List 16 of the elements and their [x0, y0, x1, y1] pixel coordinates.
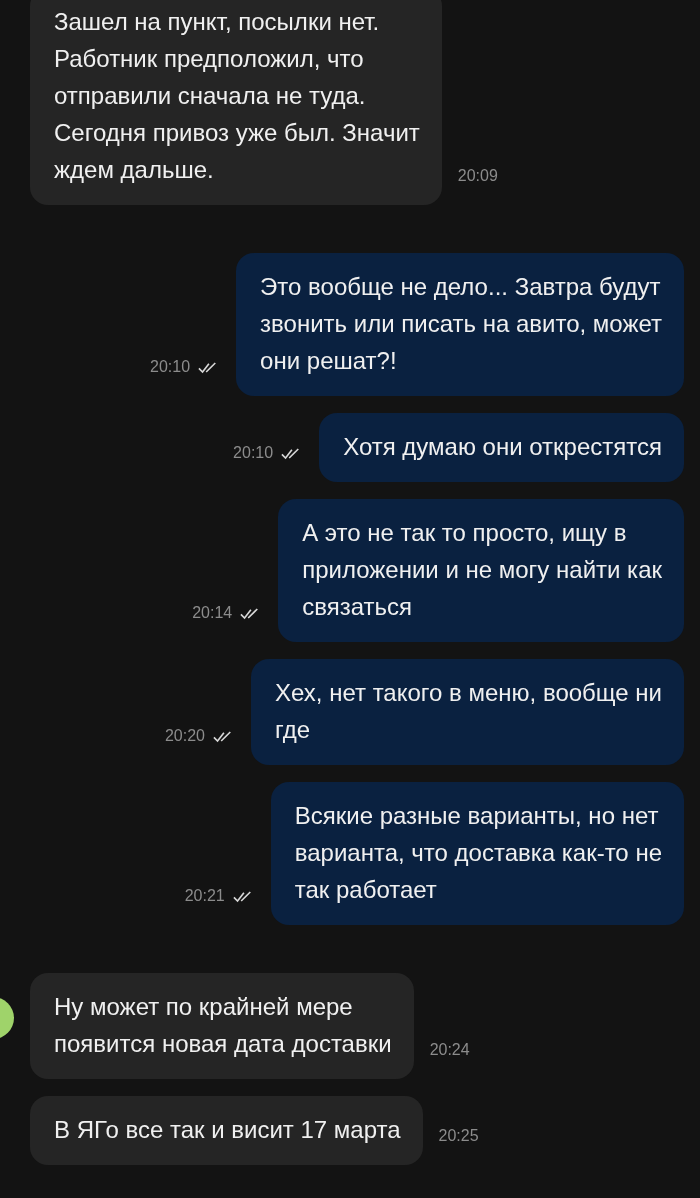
message-time: 20:10	[233, 444, 274, 462]
message-bubble: Ну может по крайней мере появится новая дата доставки	[30, 973, 414, 1079]
message-time: 20:09	[457, 167, 498, 185]
message-time: 20:10	[150, 358, 191, 376]
message-time: 20:20	[164, 727, 205, 745]
message-time: 20:21	[184, 887, 225, 905]
message-bubble: Хотя думаю они открестятся	[319, 413, 684, 482]
message-bubble: Зашел на пункт, посылки нет. Работник предположил, что отправили сначала не туда. Сегодня привоз уже был. Значит ждем дальше.	[30, 0, 442, 205]
message-time: 20:14	[192, 604, 233, 622]
message-bubble: Хех, нет такого в меню, вообще ни где	[251, 659, 684, 765]
message-bubble: Всякие разные варианты, но нет варианта, что доставка как-то не так работает	[270, 782, 684, 925]
message-time: 20:24	[429, 1041, 470, 1059]
message-bubble: Это вообще не дело... Завтра будут звонить или писать на авито, может они решат?!	[236, 253, 684, 396]
message-bubble: В ЯГо все так и висит 17 марта	[30, 1096, 423, 1165]
message-time: 20:25	[438, 1127, 479, 1145]
message-bubble: А это не так то просто, ищу в приложении и не могу найти как связаться	[278, 499, 684, 642]
